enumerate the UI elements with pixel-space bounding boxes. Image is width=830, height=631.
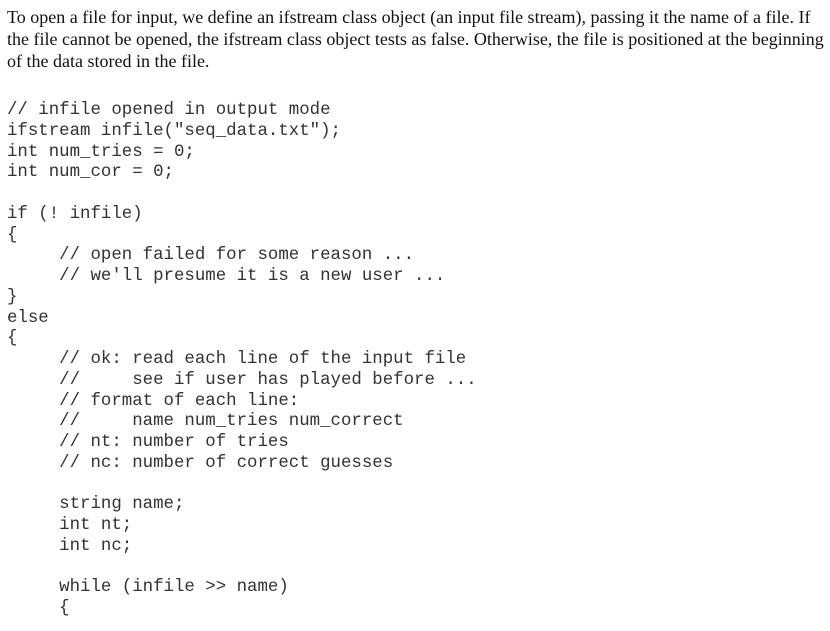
code-line: string name; [7, 495, 185, 515]
code-line: // see if user has played before ... [7, 370, 477, 390]
code-line: { [7, 329, 18, 349]
code-line: ifstream infile("seq_data.txt"); [7, 121, 341, 141]
code-line: // nt: number of tries [7, 433, 289, 452]
code-line: // format of each line: [7, 391, 300, 411]
code-line: // nc: number of correct guesses [7, 453, 394, 473]
code-line: while (infile >> name) [7, 578, 289, 598]
code-line: int num_tries = 0; [7, 142, 195, 162]
code-line: { [7, 225, 18, 245]
intro-paragraph: To open a file for input, we define an i… [7, 7, 824, 71]
code-line: // we'll presume it is a new user ... [7, 267, 446, 286]
document-page: To open a file for input, we define an i… [0, 0, 830, 631]
code-line: if (! infile) [7, 204, 143, 224]
code-line: int nc; [7, 536, 133, 556]
code-block: // infile opened in output mode ifstream … [7, 101, 823, 620]
code-line: } [7, 287, 18, 307]
code-line: int nt; [7, 516, 133, 535]
code-line: int num_cor = 0; [7, 163, 174, 183]
code-line: // infile opened in output mode [7, 101, 331, 120]
code-line: // ok: read each line of the input file [7, 350, 467, 369]
code-line: // open failed for some reason ... [7, 246, 415, 266]
code-line: // name num_tries num_correct [7, 412, 404, 432]
code-line: else [7, 308, 49, 328]
code-line: { [7, 599, 70, 618]
